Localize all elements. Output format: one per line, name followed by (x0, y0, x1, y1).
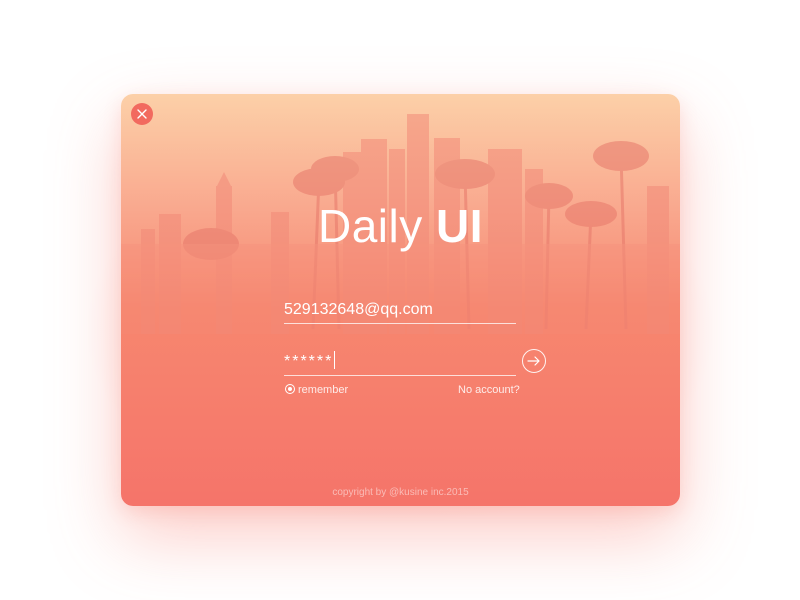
close-icon (137, 109, 147, 119)
radio-icon[interactable] (285, 384, 295, 394)
app-title-light: Daily (317, 200, 423, 252)
login-dialog: Daily UI 529132648@qq.com ****** remembe… (121, 94, 680, 506)
close-button[interactable] (131, 103, 153, 125)
arrow-right-icon (527, 356, 540, 366)
page-background: Daily UI 529132648@qq.com ****** remembe… (0, 0, 800, 600)
remember-label: remember (298, 384, 349, 396)
email-value: 529132648@qq.com (284, 301, 433, 318)
text-caret (334, 351, 336, 369)
submit-button[interactable] (522, 349, 546, 373)
password-field[interactable]: ****** (284, 351, 516, 376)
password-value: ****** (284, 353, 334, 370)
remember-option[interactable]: remember (285, 383, 348, 397)
copyright-text: copyright by @kusine inc.2015 (332, 487, 469, 498)
email-field[interactable]: 529132648@qq.com (284, 299, 516, 324)
no-account-link[interactable]: No account? (458, 383, 520, 397)
app-title-bold: UI (436, 200, 484, 252)
app-title: Daily UI (121, 198, 680, 254)
